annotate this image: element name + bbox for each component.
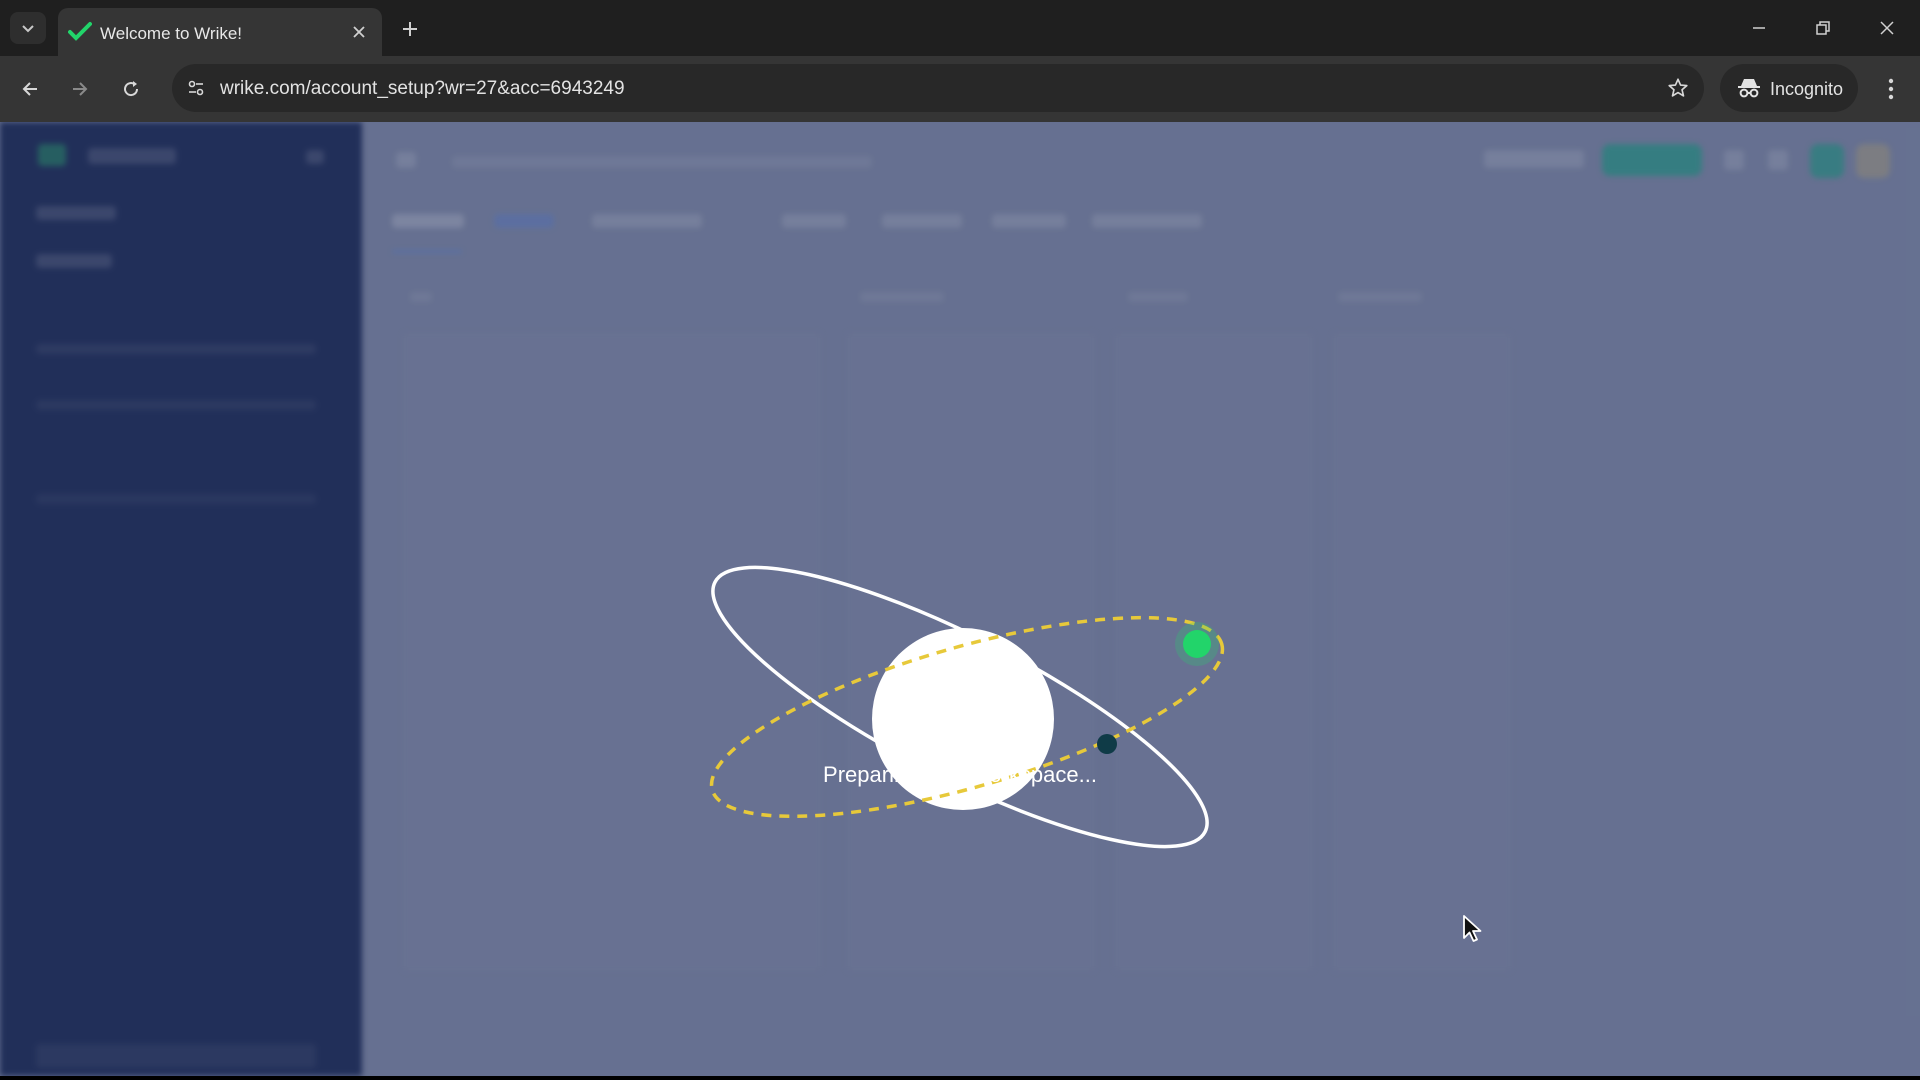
back-button[interactable]	[13, 72, 47, 106]
browser-toolbar: wrike.com/account_setup?wr=27&acc=694324…	[0, 56, 1920, 122]
incognito-label: Incognito	[1770, 79, 1844, 99]
tab-search-button[interactable]	[10, 12, 46, 44]
url-text[interactable]: wrike.com/account_setup?wr=27&acc=694324…	[220, 78, 625, 100]
green-moon	[1183, 630, 1211, 658]
planet-loading-illustration	[709, 565, 1225, 849]
address-bar[interactable]: wrike.com/account_setup?wr=27&acc=694324…	[172, 64, 1704, 112]
minimize-button[interactable]	[1736, 10, 1782, 46]
browser-tab-active[interactable]: Welcome to Wrike!	[58, 8, 382, 56]
loading-message: Preparing your workspace...	[823, 762, 1097, 787]
reload-icon	[124, 81, 139, 97]
arrow-left-icon	[22, 82, 37, 96]
mouse-cursor-icon	[1463, 915, 1482, 942]
new-tab-button[interactable]	[395, 14, 425, 44]
close-icon	[353, 26, 365, 38]
arrow-right-icon	[73, 82, 88, 96]
forward-button[interactable]	[63, 72, 97, 106]
minimize-icon	[1753, 27, 1765, 29]
page-viewport: Preparing your workspace...	[0, 122, 1920, 1076]
browser-tabstrip: Welcome to Wrike!	[0, 0, 1920, 56]
window-close-button[interactable]	[1864, 10, 1910, 46]
bottom-edge	[0, 1076, 1920, 1080]
close-icon	[1880, 21, 1894, 35]
browser-menu-button[interactable]	[1876, 72, 1906, 106]
incognito-icon	[1736, 76, 1762, 100]
wrike-check-icon	[68, 22, 92, 41]
bookmark-button[interactable]	[1666, 76, 1690, 100]
tune-icon	[188, 80, 204, 96]
plus-icon	[403, 22, 417, 36]
star-icon	[1668, 78, 1688, 97]
incognito-profile-button[interactable]: Incognito	[1720, 64, 1858, 112]
site-info-button[interactable]	[180, 72, 212, 104]
chevron-down-icon	[22, 25, 34, 33]
dark-moon	[1097, 734, 1117, 754]
restore-icon	[1816, 21, 1830, 35]
restore-button[interactable]	[1800, 10, 1846, 46]
tab-title: Welcome to Wrike!	[100, 24, 243, 43]
tab-close-button[interactable]	[347, 20, 371, 44]
more-vertical-icon	[1888, 78, 1894, 100]
reload-button[interactable]	[114, 72, 148, 106]
